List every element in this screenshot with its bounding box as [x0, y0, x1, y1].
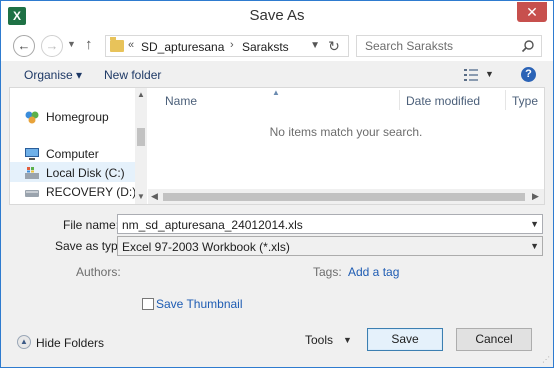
sidebar-item-label: Homegroup [46, 110, 109, 124]
scroll-down-arrow-icon[interactable]: ▼ [137, 192, 145, 201]
command-toolbar: Organise ▾ New folder ▼ ? [1, 63, 553, 87]
save-as-type-select[interactable]: Excel 97-2003 Workbook (*.xls) ▼ [117, 236, 543, 256]
refresh-icon[interactable]: ↻ [324, 37, 344, 55]
search-box[interactable] [356, 35, 542, 57]
authors-label: Authors: [76, 265, 121, 279]
scrollbar-thumb[interactable] [163, 193, 525, 201]
window-title: Save As [249, 7, 305, 24]
view-options-chevron-icon[interactable]: ▼ [485, 69, 494, 79]
system-drive-icon [25, 167, 39, 179]
column-divider[interactable] [399, 90, 400, 110]
search-icon[interactable] [521, 39, 535, 53]
resize-grip-icon[interactable]: ⋰ [542, 355, 550, 364]
chevron-down-icon[interactable]: ▼ [530, 241, 539, 251]
sidebar-item-label: RECOVERY (D:) [46, 185, 137, 199]
sidebar-item-label: Local Disk (C:) [46, 166, 125, 180]
breadcrumb-overflow[interactable]: « [128, 39, 134, 51]
organise-menu-button[interactable]: Organise ▾ [24, 68, 82, 82]
new-folder-button[interactable]: New folder [104, 68, 161, 82]
save-button[interactable]: Save [367, 328, 443, 351]
close-button[interactable]: ✕ [517, 2, 547, 22]
save-thumbnail-label[interactable]: Save Thumbnail [156, 297, 243, 311]
scroll-right-arrow-icon[interactable]: ▶ [532, 191, 539, 202]
address-history-chevron-icon[interactable]: ▼ [310, 40, 320, 51]
file-list-horizontal-scrollbar[interactable]: ◀ ▶ [148, 189, 544, 204]
file-name-field[interactable]: nm_sd_apturesana_24012014.xls ▼ [117, 214, 543, 234]
save-as-type-value[interactable]: Excel 97-2003 Workbook (*.xls) [122, 240, 290, 254]
column-header-name[interactable]: Name [165, 94, 197, 108]
drive-icon [25, 190, 39, 197]
collapse-up-icon: ▲ [17, 335, 31, 349]
hide-folders-label: Hide Folders [36, 336, 105, 350]
computer-icon [25, 148, 39, 160]
column-header-type[interactable]: Type [512, 94, 538, 108]
tools-chevron-down-icon[interactable]: ▼ [343, 335, 352, 345]
breadcrumb-item[interactable]: Saraksts [242, 40, 289, 54]
navigation-pane: Homegroup Computer Local Disk (C:) RECOV… [10, 88, 147, 204]
tools-menu-button[interactable]: Tools [305, 333, 333, 347]
chevron-down-icon[interactable]: ▼ [530, 219, 539, 229]
scroll-up-arrow-icon[interactable]: ▲ [137, 90, 145, 99]
sort-ascending-icon: ▲ [272, 88, 280, 97]
navigation-pane-scrollbar[interactable]: ▲ ▼ [135, 88, 147, 204]
search-input[interactable] [357, 36, 517, 56]
save-thumbnail-checkbox[interactable] [142, 298, 154, 310]
folder-icon [110, 37, 124, 52]
back-button[interactable]: ← [13, 35, 35, 57]
help-icon[interactable]: ? [521, 67, 536, 82]
cancel-button[interactable]: Cancel [456, 328, 532, 351]
add-tag-link[interactable]: Add a tag [348, 265, 399, 279]
view-options-icon[interactable] [464, 69, 478, 81]
title-bar[interactable]: X Save As ✕ [1, 1, 553, 31]
address-bar[interactable]: « SD_apturesana › Saraksts ▼ ↻ [105, 35, 349, 57]
scrollbar-thumb[interactable] [137, 128, 145, 146]
up-button[interactable]: ↑ [85, 36, 93, 53]
file-browser: Homegroup Computer Local Disk (C:) RECOV… [9, 87, 545, 205]
navigation-bar: ← → ▼ ↑ « SD_apturesana › Saraksts ▼ ↻ [1, 31, 553, 61]
homegroup-icon [25, 111, 39, 124]
sidebar-item-label: Computer [46, 147, 99, 161]
column-divider[interactable] [505, 90, 506, 110]
file-list: ▲ Name Date modified Type No items match… [148, 88, 544, 204]
file-name-value[interactable]: nm_sd_apturesana_24012014.xls [122, 218, 303, 232]
column-header-date-modified[interactable]: Date modified [406, 94, 480, 108]
scroll-left-arrow-icon[interactable]: ◀ [151, 191, 158, 202]
breadcrumb-item[interactable]: SD_apturesana [141, 40, 224, 54]
recent-locations-chevron-down-icon[interactable]: ▼ [67, 39, 76, 49]
breadcrumb-separator[interactable]: › [230, 39, 234, 51]
save-as-dialog: X Save As ✕ ← → ▼ ↑ « SD_apturesana › Sa… [0, 0, 554, 368]
empty-results-message: No items match your search. [269, 125, 423, 139]
forward-button[interactable]: → [41, 35, 63, 57]
tags-label: Tags: [313, 265, 342, 279]
file-name-label: File name: [63, 218, 120, 232]
